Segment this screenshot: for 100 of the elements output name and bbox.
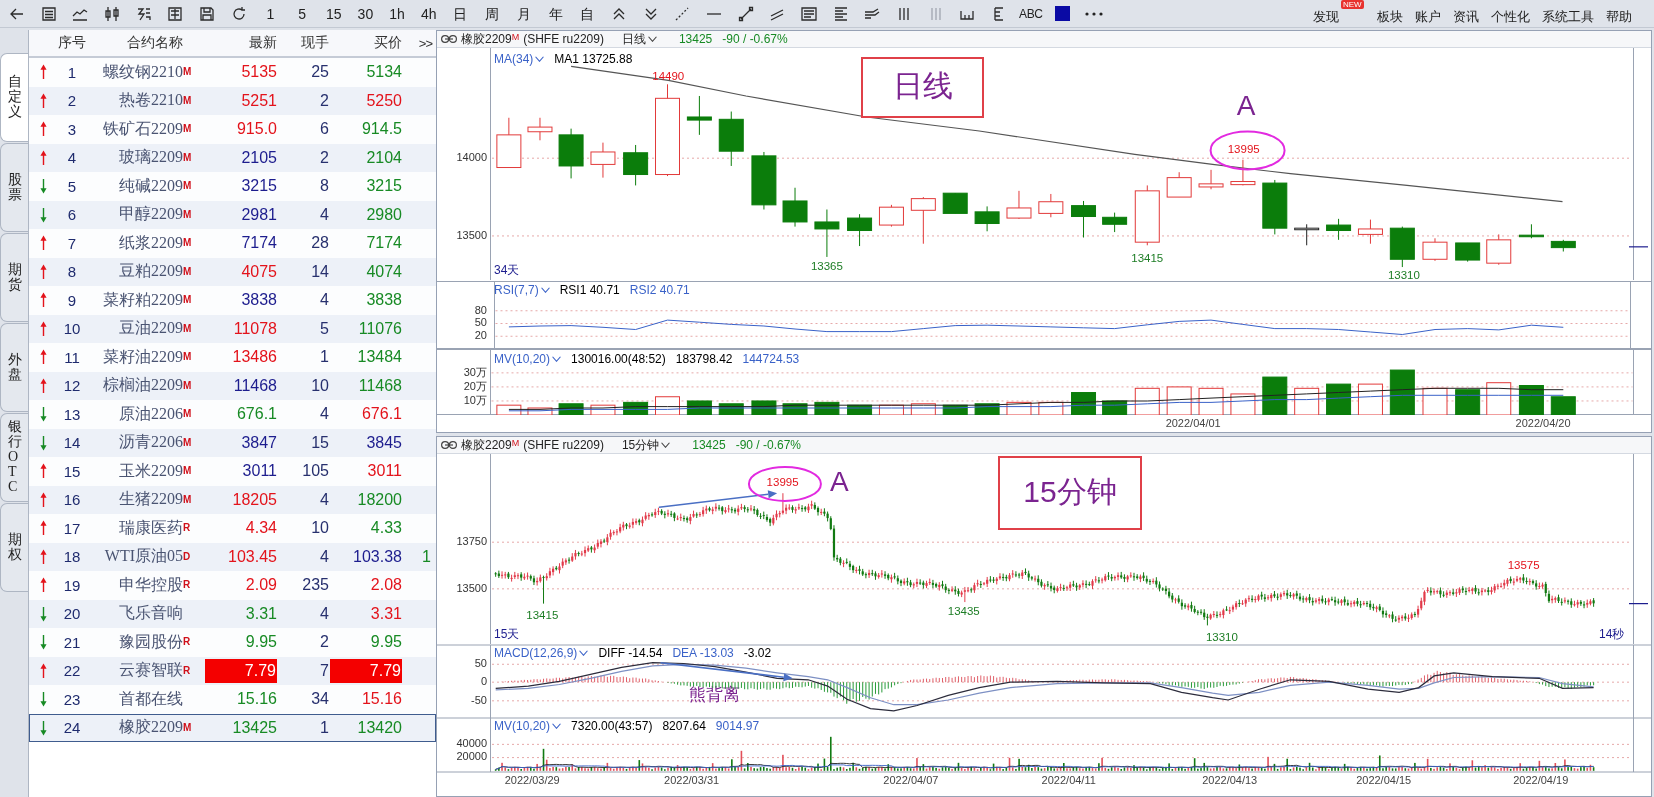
candlestick [1550,239,1576,252]
period-option[interactable]: 自 [580,6,595,21]
bid-price: 2.08 [370,575,402,596]
candlestick [1102,212,1128,233]
last-price: 3011 [242,461,277,482]
trade-volume: 4 [319,490,329,509]
trade-volume: 14 [310,262,329,281]
trade-volume: 34 [310,690,329,709]
menu-item[interactable]: 账户 [1415,9,1441,23]
row-number: 24 [62,719,82,737]
volume-bar [1486,382,1512,415]
market-tag: D [183,551,191,562]
axis-label: 13500 [456,228,487,241]
indicator-dropdown[interactable]: MACD(12,26,9) [494,646,589,660]
table-row[interactable]: 18 WTI原油05D 103.45 4 103.38 1 [29,542,436,571]
symbol-name: 橡胶2209 [461,30,512,48]
period-option[interactable]: 月 [516,6,531,21]
side-tab[interactable]: 外盘 [0,323,28,412]
menu-item[interactable]: 系统工具 [1542,9,1594,23]
table-row[interactable]: 4 玻璃2209M 2105 2 2104 [29,143,436,172]
trade-volume: 235 [301,576,329,595]
candlestick-icon[interactable] [102,4,121,23]
period-option[interactable]: 5 [298,6,306,21]
period-option[interactable]: 15 [325,6,342,21]
menu-item[interactable]: 资讯 [1453,9,1479,23]
link-icon[interactable] [441,441,457,449]
axis-label: 0 [480,675,487,688]
volume-bar [942,404,968,415]
row-number: 7 [66,234,78,252]
table-row[interactable]: 20 飞乐音响 3.31 4 3.31 [29,599,436,628]
last-price: 15.16 [236,689,277,710]
indicator-dropdown[interactable]: RSI(7,7) [494,283,550,297]
volume-bar [496,404,522,415]
bid-price: 4074 [366,261,402,282]
candlestick [1230,159,1256,186]
table-row[interactable]: 14 沥青2206M 3847 15 3845 [29,428,436,457]
price-label: 13310 [1387,269,1420,282]
more-icon[interactable] [1085,11,1104,16]
trade-volume: 4 [319,205,329,224]
contract-name: 豆粕2209 [118,261,183,282]
axis-label: 20 [474,329,487,342]
menu-item[interactable]: 帮助 [1606,9,1632,23]
bid-price: 13420 [357,717,402,738]
side-tab[interactable]: 期货 [0,233,28,322]
period-option[interactable]: 年 [548,6,563,21]
period-dropdown[interactable]: 15分钟 [621,436,671,454]
period-option[interactable]: 4h [421,6,437,21]
candlestick [878,204,904,228]
period-dropdown[interactable]: 日线 [621,30,657,48]
menu-item[interactable]: 发现 [1313,9,1339,23]
more-columns-button[interactable]: >> [418,35,432,51]
indicator-dropdown[interactable]: MV(10,20) [494,352,562,366]
indicator-dropdown[interactable]: MV(10,20) [494,719,562,733]
market-tag: M [183,352,192,362]
text-box-icon[interactable] [800,4,819,23]
period-option[interactable]: 30 [357,6,374,21]
text-tool[interactable]: ABC [1018,7,1043,20]
link-icon[interactable] [441,35,457,43]
legend-value: 130016.00(48:52) [571,352,666,366]
side-tab[interactable]: 股票 [0,143,28,232]
side-tab[interactable]: 银行OTC [0,413,28,502]
menu-item[interactable]: 个性化 [1491,9,1530,23]
table-row[interactable]: 22 云赛智联R 7.79 7 7.79 [29,656,436,685]
candlestick [1518,223,1544,239]
candlestick [1006,190,1032,220]
menu-item[interactable]: 板块 [1377,9,1403,23]
contract-name: 沥青2206 [118,432,183,453]
date-label: 2022/04/07 [883,773,939,786]
table-row[interactable]: 6 甲醇2209M 2981 4 2980 [29,200,436,229]
last-price: 4075 [241,261,277,282]
table-row[interactable]: 12 棕榈油2209M 11468 10 11468 [29,371,436,400]
period-option[interactable]: 1 [266,6,275,21]
market-tag: M [183,295,192,305]
table-row[interactable]: 10 豆油2209M 11078 5 11076 [29,314,436,343]
save-icon[interactable] [197,4,216,23]
axis-label: 80 [474,303,487,316]
trade-volume: 28 [310,234,329,253]
legend-value: 183798.42 [675,352,733,366]
side-tab[interactable]: 自定义 [0,53,28,142]
last-price: 5135 [241,62,277,83]
side-tab[interactable]: 期权 [0,503,28,592]
line-segment-icon[interactable] [736,4,755,23]
period-option[interactable]: 周 [485,6,500,21]
list-icon[interactable] [39,4,58,23]
table-row[interactable]: 24 橡胶2209M 13425 1 13420 [29,713,436,742]
period-option[interactable]: 1h [389,6,405,21]
table-row[interactable]: 8 豆粕2209M 4075 14 4074 [29,257,436,286]
table-row[interactable]: 2 热卷2210M 5251 2 5250 [29,86,436,115]
contract-name: 飞乐音响 [118,603,183,624]
row-number: 12 [62,377,82,395]
color-swatch-icon[interactable] [1055,6,1071,21]
period-option[interactable]: 日 [453,6,468,21]
table-row[interactable]: 16 生猪2209M 18205 4 18200 [29,485,436,514]
market-tag: M [183,209,192,220]
indicator-dropdown[interactable]: MA(34) [494,52,545,66]
candlestick [1198,169,1224,190]
volume-bar [1262,376,1288,415]
market-tag: M [183,124,192,134]
grid-box-icon[interactable] [166,4,185,23]
volume-bar [1357,383,1383,415]
